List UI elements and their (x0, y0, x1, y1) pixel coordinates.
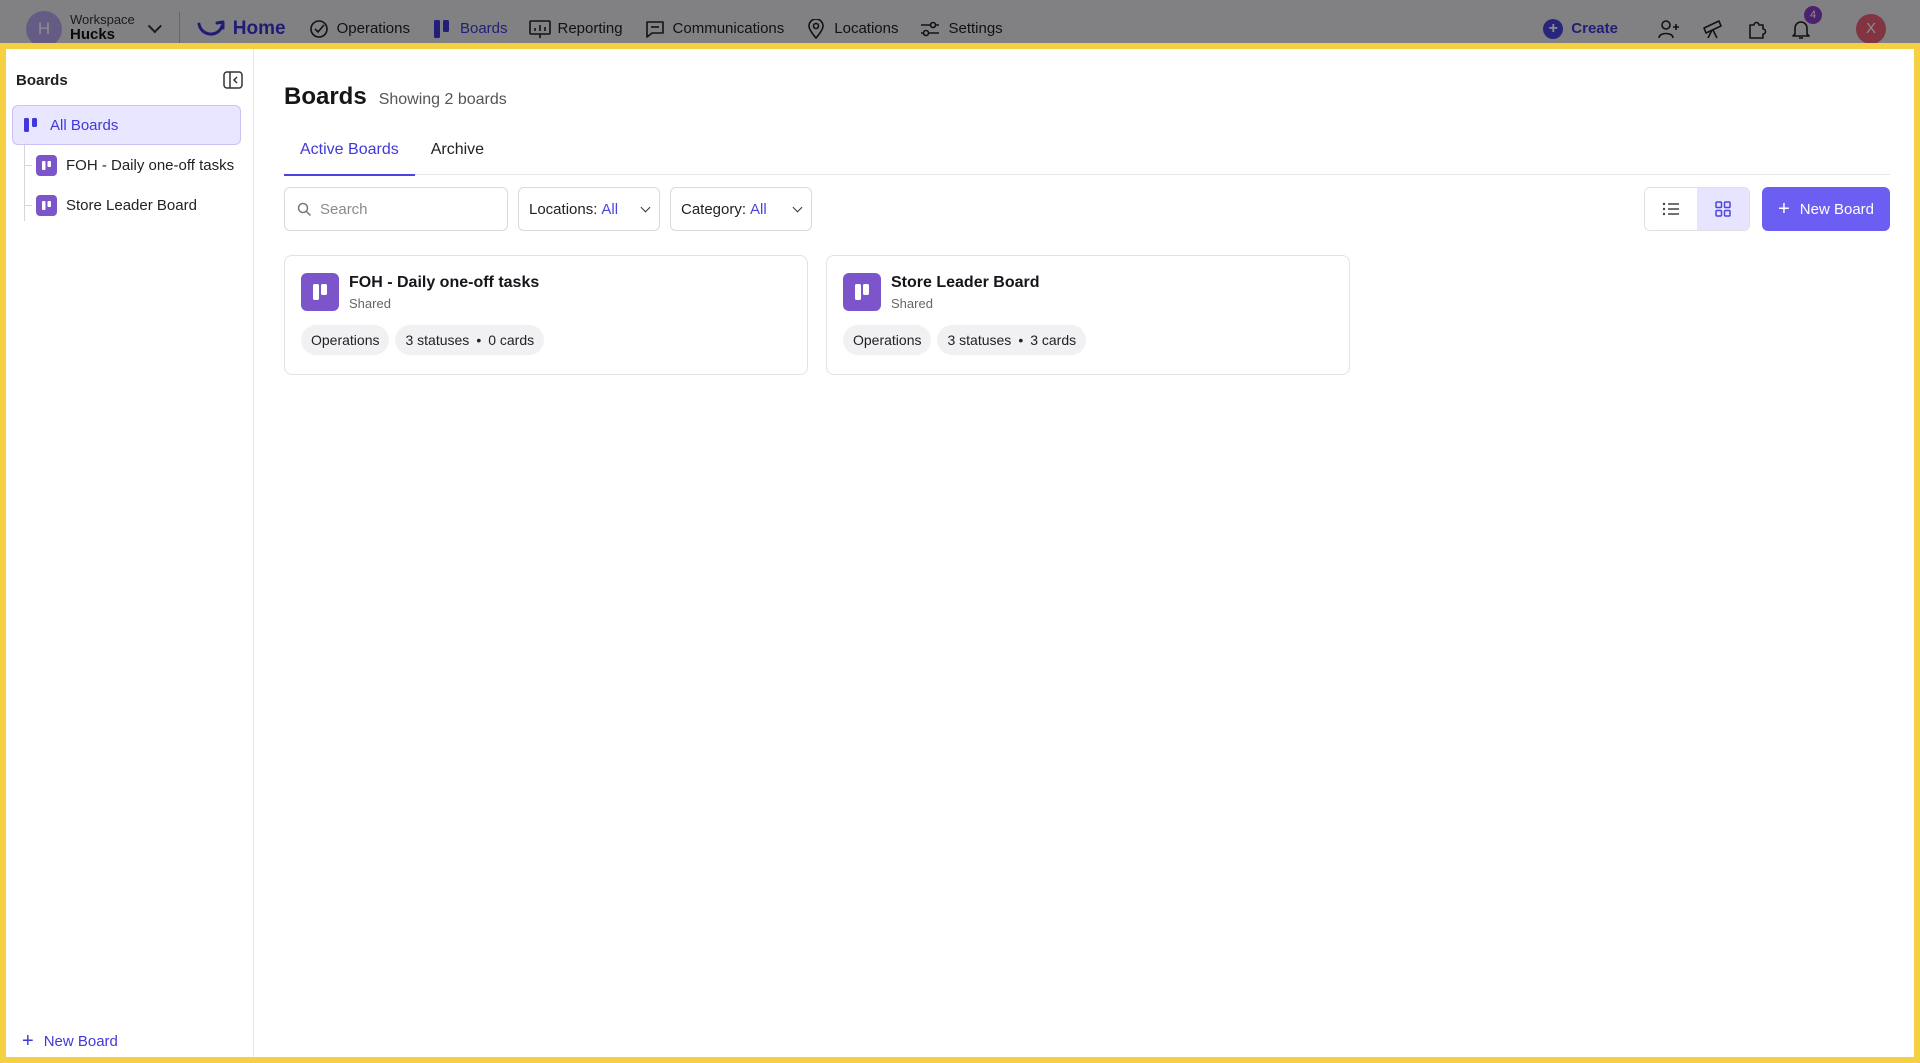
statuses-count: 3 statuses (947, 332, 1012, 348)
plus-icon: + (1778, 198, 1790, 220)
category-filter[interactable]: Category: All (670, 187, 812, 231)
stats-tag: 3 statuses • 0 cards (395, 325, 545, 355)
page-subtitle: Showing 2 boards (378, 91, 507, 108)
separator-dot: • (476, 332, 482, 348)
tab-bar: Active Boards Archive (284, 125, 1890, 176)
sidebar-item-store-leader[interactable]: Store Leader Board (24, 185, 253, 225)
separator-dot: • (1018, 332, 1024, 348)
chevron-down-icon (147, 18, 162, 33)
chevron-down-icon (640, 202, 651, 212)
new-board-button[interactable]: + New Board (1762, 187, 1890, 231)
board-card-visibility: Shared (349, 295, 391, 311)
board-icon (36, 154, 57, 176)
notification-badge: 4 (1804, 5, 1822, 24)
category-tag: Operations (301, 325, 390, 355)
sidebar-item-foh-daily[interactable]: FOH - Daily one-off tasks (24, 145, 253, 185)
bell-icon[interactable]: 4 (1788, 5, 1822, 42)
sliders-icon (919, 18, 941, 40)
map-pin-icon (805, 18, 827, 40)
board-icon (843, 273, 881, 311)
toolbar: Locations: All Category: All + New Board (284, 187, 1890, 231)
workspace-switcher[interactable]: H Workspace Hucks (26, 10, 162, 47)
boards-icon (24, 118, 37, 132)
nav-item-label: Operations (336, 20, 410, 37)
board-card-title: FOH - Daily one-off tasks (349, 273, 540, 291)
nav-item-label: Boards (459, 20, 508, 37)
workspace-label: Workspace (70, 12, 135, 28)
chevron-down-icon (792, 202, 803, 212)
nav-home-label: Home (232, 17, 286, 39)
sidebar-item-label: FOH - Daily one-off tasks (66, 156, 235, 174)
telescope-icon[interactable] (1700, 16, 1726, 42)
chat-icon (644, 18, 666, 40)
puzzle-icon[interactable] (1744, 16, 1770, 42)
sidebar-new-board-label: New Board (43, 1032, 118, 1050)
workspace-name: Hucks (70, 26, 116, 44)
home-logo-icon (197, 20, 225, 35)
filter-label: Locations: (529, 200, 598, 218)
sidebar-title: Boards (16, 71, 68, 89)
nav-item-label: Settings (948, 20, 1003, 37)
board-icon (36, 194, 57, 216)
nav-item-label: Communications (672, 20, 785, 37)
grid-view-button[interactable] (1697, 188, 1750, 230)
boards-icon (431, 18, 453, 40)
locations-filter[interactable]: Locations: All (518, 187, 660, 231)
user-avatar[interactable]: X (1856, 13, 1886, 44)
view-toggle (1644, 187, 1751, 231)
plus-icon: + (22, 1030, 34, 1052)
sidebar-item-all-boards[interactable]: All Boards (12, 105, 241, 145)
board-icon (301, 273, 339, 311)
category-tag: Operations (843, 325, 932, 355)
search-input[interactable] (320, 200, 490, 218)
nav-item-label: Locations (834, 20, 899, 37)
stats-tag: 3 statuses • 3 cards (937, 325, 1087, 355)
cards-count: 0 cards (488, 332, 535, 348)
collapse-sidebar-icon[interactable] (223, 71, 243, 89)
new-board-label: New Board (1799, 200, 1874, 218)
board-card-visibility: Shared (891, 295, 933, 311)
sidebar-new-board-button[interactable]: + New Board (22, 1031, 118, 1051)
tab-archive[interactable]: Archive (415, 125, 500, 175)
nav-divider (178, 11, 180, 46)
search-icon (297, 202, 312, 216)
filter-value: All (601, 200, 619, 218)
board-card[interactable]: Store Leader Board Shared Operations 3 s… (826, 255, 1350, 375)
sidebar-item-label: Store Leader Board (66, 196, 197, 214)
list-icon (1662, 202, 1680, 216)
search-box[interactable] (284, 187, 508, 231)
sidebar-board-list: FOH - Daily one-off tasks Store Leader B… (24, 145, 253, 225)
sidebar: Boards All Boards FOH - Daily one-off ta… (6, 49, 254, 1057)
tab-active-boards[interactable]: Active Boards (284, 125, 415, 176)
create-label: Create (1571, 20, 1618, 37)
statuses-count: 3 statuses (405, 332, 470, 348)
chart-board-icon (528, 18, 551, 40)
board-card[interactable]: FOH - Daily one-off tasks Shared Operati… (284, 255, 808, 375)
list-view-button[interactable] (1645, 188, 1698, 230)
nav-item-label: Reporting (557, 20, 623, 37)
filter-value: All (750, 200, 767, 218)
create-button[interactable]: + Create (1543, 18, 1618, 39)
plus-icon: + (1543, 18, 1564, 39)
add-user-icon[interactable] (1656, 16, 1682, 42)
board-card-title: Store Leader Board (891, 273, 1040, 291)
grid-icon (1715, 201, 1731, 217)
nav-home[interactable]: Home (196, 18, 286, 40)
filter-label: Category: (681, 200, 747, 218)
board-cards: FOH - Daily one-off tasks Shared Operati… (284, 255, 1890, 375)
sidebar-item-label: All Boards (50, 116, 119, 134)
check-circle-icon (308, 18, 330, 40)
page-title: Boards (284, 83, 367, 110)
workspace-avatar: H (26, 10, 62, 47)
main-content: Boards Showing 2 boards Active Boards Ar… (284, 49, 1890, 375)
cards-count: 3 cards (1030, 332, 1077, 348)
